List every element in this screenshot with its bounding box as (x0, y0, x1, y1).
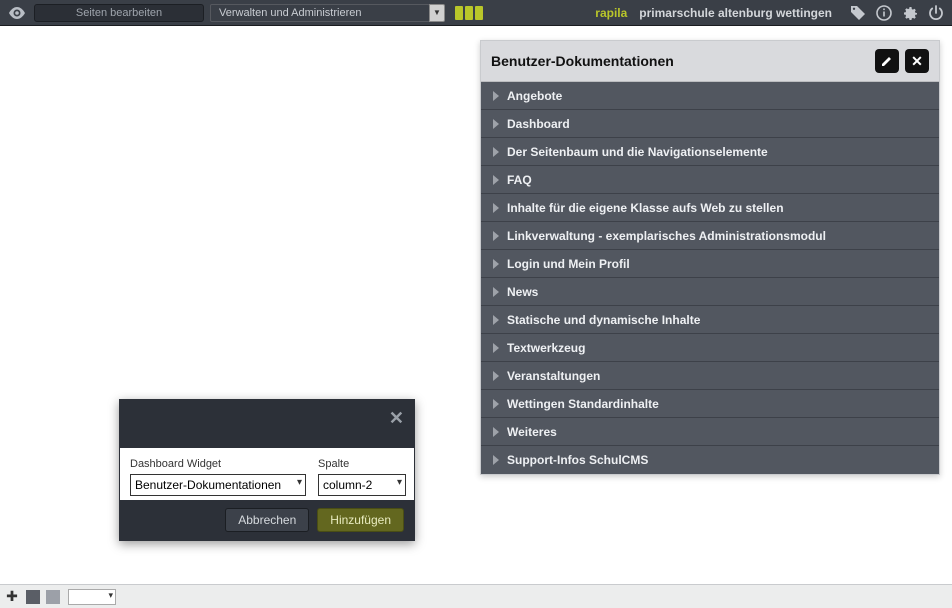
preview-icon[interactable] (6, 4, 28, 22)
panel-item[interactable]: Wettingen Standardinhalte (481, 390, 939, 418)
widget-field: Dashboard Widget Benutzer-Dokumentatione… (130, 458, 306, 496)
dialog-footer: Abbrechen Hinzufügen (120, 500, 414, 540)
brand-label: rapila (595, 6, 627, 20)
chevron-right-icon (493, 399, 499, 409)
panel-item[interactable]: Textwerkzeug (481, 334, 939, 362)
panel-item-label: Login und Mein Profil (507, 257, 630, 271)
panel-item-label: News (507, 285, 538, 299)
dropdown-arrow-icon[interactable]: ▼ (429, 4, 445, 22)
panel-item-label: FAQ (507, 173, 532, 187)
add-widget-icon[interactable]: ✚ (4, 589, 20, 605)
edit-pages-label: Seiten bearbeiten (76, 7, 162, 19)
column-field: Spalte column-2 (318, 458, 406, 496)
panel-item[interactable]: Linkverwaltung - exemplarisches Administ… (481, 222, 939, 250)
panel-item-label: Textwerkzeug (507, 341, 585, 355)
column-field-label: Spalte (318, 458, 406, 470)
chevron-right-icon (493, 315, 499, 325)
top-toolbar: Seiten bearbeiten Verwalten und Administ… (0, 0, 952, 26)
panel-item[interactable]: News (481, 278, 939, 306)
panel-item[interactable]: FAQ (481, 166, 939, 194)
chevron-right-icon (493, 455, 499, 465)
column-select[interactable]: column-2 (318, 474, 406, 496)
panel-list: Angebote Dashboard Der Seitenbaum und die … (481, 82, 939, 474)
chevron-right-icon (493, 203, 499, 213)
panel-item[interactable]: Veranstaltungen (481, 362, 939, 390)
panel-item[interactable]: Angebote (481, 82, 939, 110)
panel-item-label: Support-Infos SchulCMS (507, 453, 648, 467)
widget-field-label: Dashboard Widget (130, 458, 306, 470)
chevron-right-icon (493, 147, 499, 157)
panel-item-label: Weiteres (507, 425, 557, 439)
gear-icon[interactable] (900, 3, 920, 23)
layout-tile-icon[interactable] (26, 590, 40, 604)
power-icon[interactable] (926, 3, 946, 23)
panel-item[interactable]: Inhalte für die eigene Klasse aufs Web z… (481, 194, 939, 222)
bottom-toolbar: ✚ (0, 584, 952, 608)
widget-select[interactable]: Benutzer-Dokumentationen (130, 474, 306, 496)
cancel-button-label: Abbrechen (238, 513, 296, 527)
panel-item-label: Dashboard (507, 117, 570, 131)
chevron-right-icon (493, 175, 499, 185)
close-icon[interactable]: ✕ (389, 408, 404, 429)
chevron-right-icon (493, 427, 499, 437)
add-button[interactable]: Hinzufügen (317, 508, 404, 532)
panel-title: Benutzer-Dokumentationen (491, 53, 674, 69)
panel-item[interactable]: Support-Infos SchulCMS (481, 446, 939, 474)
panel-item[interactable]: Login und Mein Profil (481, 250, 939, 278)
panel-item[interactable]: Weiteres (481, 418, 939, 446)
documentation-panel: Benutzer-Dokumentationen ✕ Angebote Dashb… (480, 40, 940, 475)
tag-icon[interactable] (848, 3, 868, 23)
admin-dropdown-label: Verwalten und Administrieren (210, 4, 430, 22)
admin-dropdown[interactable]: Verwalten und Administrieren ▼ (210, 4, 445, 22)
panel-item-label: Wettingen Standardinhalte (507, 397, 659, 411)
panel-item-label: Angebote (507, 89, 562, 103)
dialog-body: Dashboard Widget Benutzer-Dokumentatione… (120, 448, 414, 500)
chevron-right-icon (493, 119, 499, 129)
add-widget-dialog: ✕ Dashboard Widget Benutzer-Dokumentatio… (119, 399, 415, 541)
edit-pages-button[interactable]: Seiten bearbeiten (34, 4, 204, 22)
panel-item-label: Statische und dynamische Inhalte (507, 313, 700, 327)
info-icon[interactable] (874, 3, 894, 23)
close-panel-button[interactable]: ✕ (905, 49, 929, 73)
panel-item[interactable]: Statische und dynamische Inhalte (481, 306, 939, 334)
bottom-select[interactable] (68, 589, 116, 605)
chevron-right-icon (493, 371, 499, 381)
add-button-label: Hinzufügen (330, 513, 391, 527)
edit-panel-button[interactable] (875, 49, 899, 73)
chevron-right-icon (493, 287, 499, 297)
layout-tile-icon-2[interactable] (46, 590, 60, 604)
chevron-right-icon (493, 343, 499, 353)
panel-item-label: Veranstaltungen (507, 369, 600, 383)
panel-header: Benutzer-Dokumentationen ✕ (481, 41, 939, 82)
panel-item-label: Inhalte für die eigene Klasse aufs Web z… (507, 201, 784, 215)
dialog-header: ✕ (120, 400, 414, 448)
panel-item[interactable]: Dashboard (481, 110, 939, 138)
cancel-button[interactable]: Abbrechen (225, 508, 309, 532)
chevron-right-icon (493, 91, 499, 101)
layout-columns-icon[interactable] (455, 6, 483, 20)
panel-item-label: Linkverwaltung - exemplarisches Administ… (507, 229, 826, 243)
site-name: primarschule altenburg wettingen (639, 6, 832, 20)
panel-item-label: Der Seitenbaum und die Navigationselemen… (507, 145, 768, 159)
chevron-right-icon (493, 231, 499, 241)
chevron-right-icon (493, 259, 499, 269)
panel-item[interactable]: Der Seitenbaum und die Navigationselemen… (481, 138, 939, 166)
